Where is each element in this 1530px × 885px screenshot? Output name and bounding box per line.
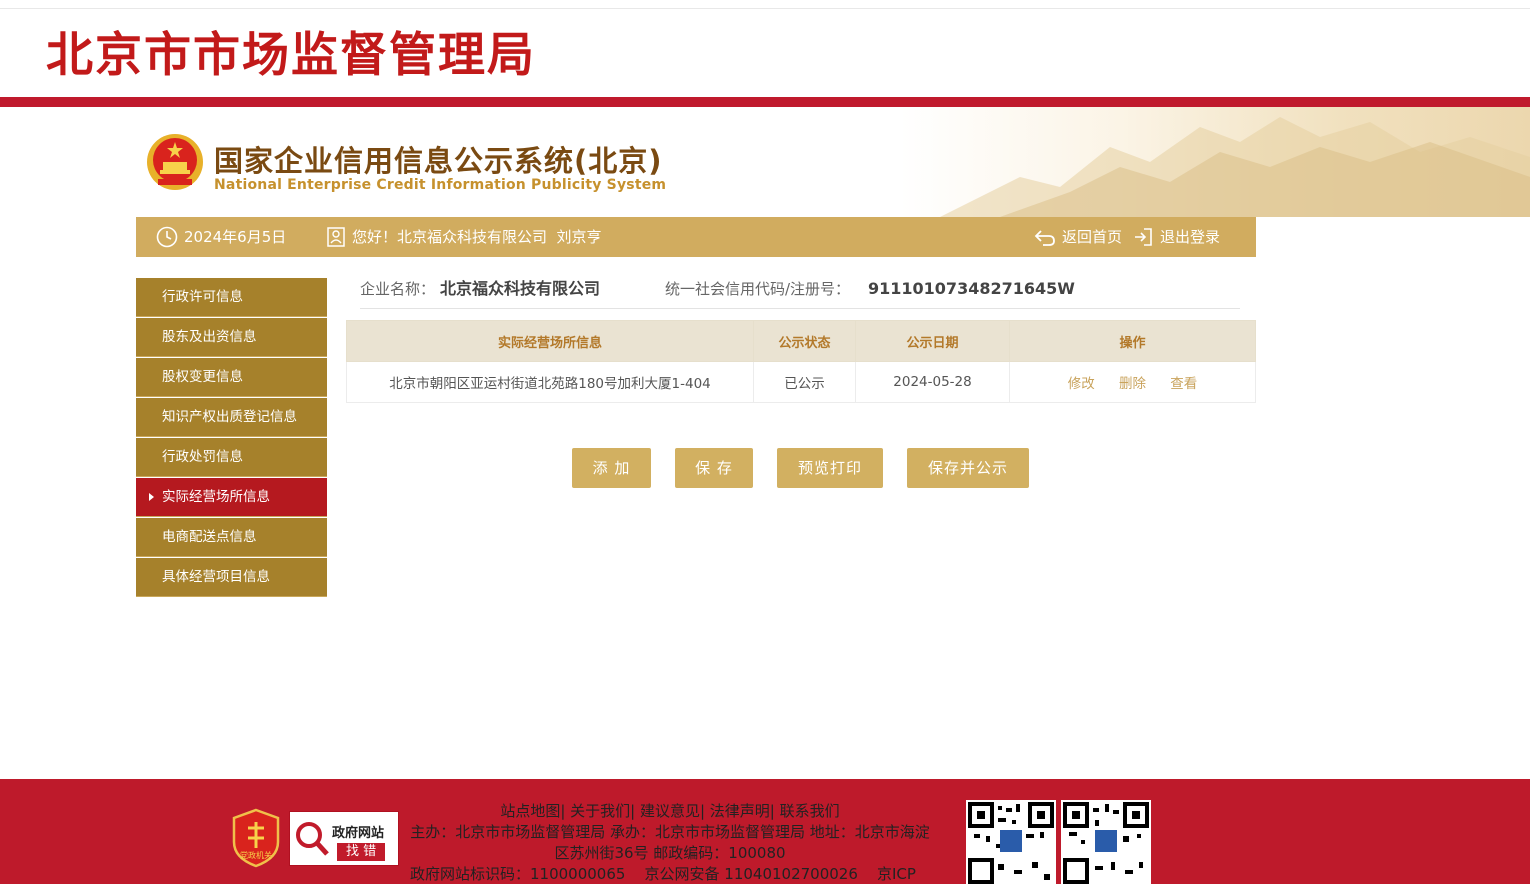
sidebar-item-administrative-license[interactable]: 行政许可信息 <box>136 278 327 317</box>
sidebar-item-equity-change[interactable]: 股权变更信息 <box>136 358 327 397</box>
system-title-english: National Enterprise Credit Information P… <box>214 177 667 193</box>
view-link[interactable]: 查看 <box>1170 376 1197 392</box>
column-header-address: 实际经营场所信息 <box>346 320 754 362</box>
party-government-badge-icon[interactable]: 党政机关 <box>230 808 282 868</box>
date-display: 2024年6月5日 <box>156 217 286 257</box>
national-emblem-icon <box>147 134 203 190</box>
return-icon <box>1034 230 1055 246</box>
save-and-publish-button[interactable]: 保存并公示 <box>907 448 1029 488</box>
sidebar-item-shareholders[interactable]: 股东及出资信息 <box>136 318 327 357</box>
company-name-value: 北京福众科技有限公司 <box>440 279 601 298</box>
magnifier-icon <box>296 822 329 856</box>
delete-link[interactable]: 删除 <box>1119 376 1146 392</box>
sidebar-menu: 行政许可信息 股东及出资信息 股权变更信息 知识产权出质登记信息 行政处罚信息 … <box>136 278 327 598</box>
company-info: 企业名称： 北京福众科技有限公司 统一社会信用代码/注册号： 911101073… <box>360 278 1240 309</box>
qr-code-icon <box>1061 800 1151 884</box>
info-bar: 2024年6月5日 您好！北京福众科技有限公司 刘京亨 返回首页 退出登录 <box>136 217 1256 257</box>
credit-code-label: 统一社会信用代码/注册号： <box>665 280 851 298</box>
table-header-row: 实际经营场所信息 公示状态 公示日期 操作 <box>346 320 1256 362</box>
add-button[interactable]: 添 加 <box>572 448 651 488</box>
table-row: 北京市朝阳区亚运村街道北苑路180号加利大厦1-404 已公示 2024-05-… <box>346 361 1256 403</box>
footer-host-info: 主办：北京市市场监督管理局 承办：北京市市场监督管理局 地址：北京市海淀区苏州街… <box>410 823 930 862</box>
home-link[interactable]: 返回首页 <box>1034 217 1122 257</box>
premises-table: 实际经营场所信息 公示状态 公示日期 操作 北京市朝阳区亚运村街道北苑路180号… <box>346 320 1256 403</box>
column-header-status: 公示状态 <box>753 320 856 362</box>
edit-link[interactable]: 修改 <box>1068 376 1095 392</box>
sidebar-item-ip-pledge[interactable]: 知识产权出质登记信息 <box>136 398 327 437</box>
preview-print-button[interactable]: 预览打印 <box>777 448 883 488</box>
footer: 党政机关 政府网站 找 错 站点地图| 关于我们| 建议意见| 法律声明| 联系… <box>0 779 1530 884</box>
user-greeting: 您好！北京福众科技有限公司 刘京亨 <box>326 217 602 257</box>
cell-address: 北京市朝阳区亚运村街道北苑路180号加利大厦1-404 <box>346 361 754 403</box>
company-name-label: 企业名称： <box>360 280 436 298</box>
logout-icon <box>1135 228 1152 246</box>
sidebar-item-business-premises[interactable]: 实际经营场所信息 <box>136 478 327 517</box>
sidebar-item-administrative-penalty[interactable]: 行政处罚信息 <box>136 438 327 477</box>
footer-registration-info: 政府网站标识码：1100000065 京公网安备 11040102700026 … <box>410 865 916 883</box>
party-badge-text: 党政机关 <box>240 850 272 860</box>
save-button[interactable]: 保 存 <box>675 448 753 488</box>
column-header-actions: 操作 <box>1009 320 1256 362</box>
top-strip <box>0 0 1530 9</box>
logout-label: 退出登录 <box>1160 228 1221 246</box>
cell-status: 已公示 <box>753 361 856 403</box>
sidebar-item-ecommerce-delivery[interactable]: 电商配送点信息 <box>136 518 327 557</box>
cell-date: 2024-05-28 <box>855 361 1010 403</box>
logout-link[interactable]: 退出登录 <box>1132 217 1220 257</box>
greeting-text: 您好！北京福众科技有限公司 刘京亨 <box>352 228 602 246</box>
sidebar-item-business-projects[interactable]: 具体经营项目信息 <box>136 558 327 597</box>
column-header-date: 公示日期 <box>855 320 1010 362</box>
gov-badge-subtitle: 找 错 <box>337 843 386 861</box>
gov-badge-title: 政府网站 <box>332 826 385 841</box>
bureau-title: 北京市市场监督管理局 <box>46 28 536 83</box>
cell-actions: 修改 删除 查看 <box>1009 361 1256 403</box>
system-title: 国家企业信用信息公示系统(北京) <box>214 144 663 178</box>
user-card-icon <box>327 227 345 247</box>
mountain-background <box>900 107 1530 217</box>
red-divider <box>0 97 1530 107</box>
clock-icon <box>156 226 178 248</box>
footer-links[interactable]: 站点地图| 关于我们| 建议意见| 法律声明| 联系我们 <box>410 801 930 822</box>
current-date: 2024年6月5日 <box>184 228 287 246</box>
gov-website-error-report-badge[interactable]: 政府网站 找 错 <box>289 811 399 866</box>
credit-code-value: 91110107348271645W <box>868 279 1075 298</box>
home-label: 返回首页 <box>1062 228 1123 246</box>
qr-code-icon <box>966 800 1056 884</box>
